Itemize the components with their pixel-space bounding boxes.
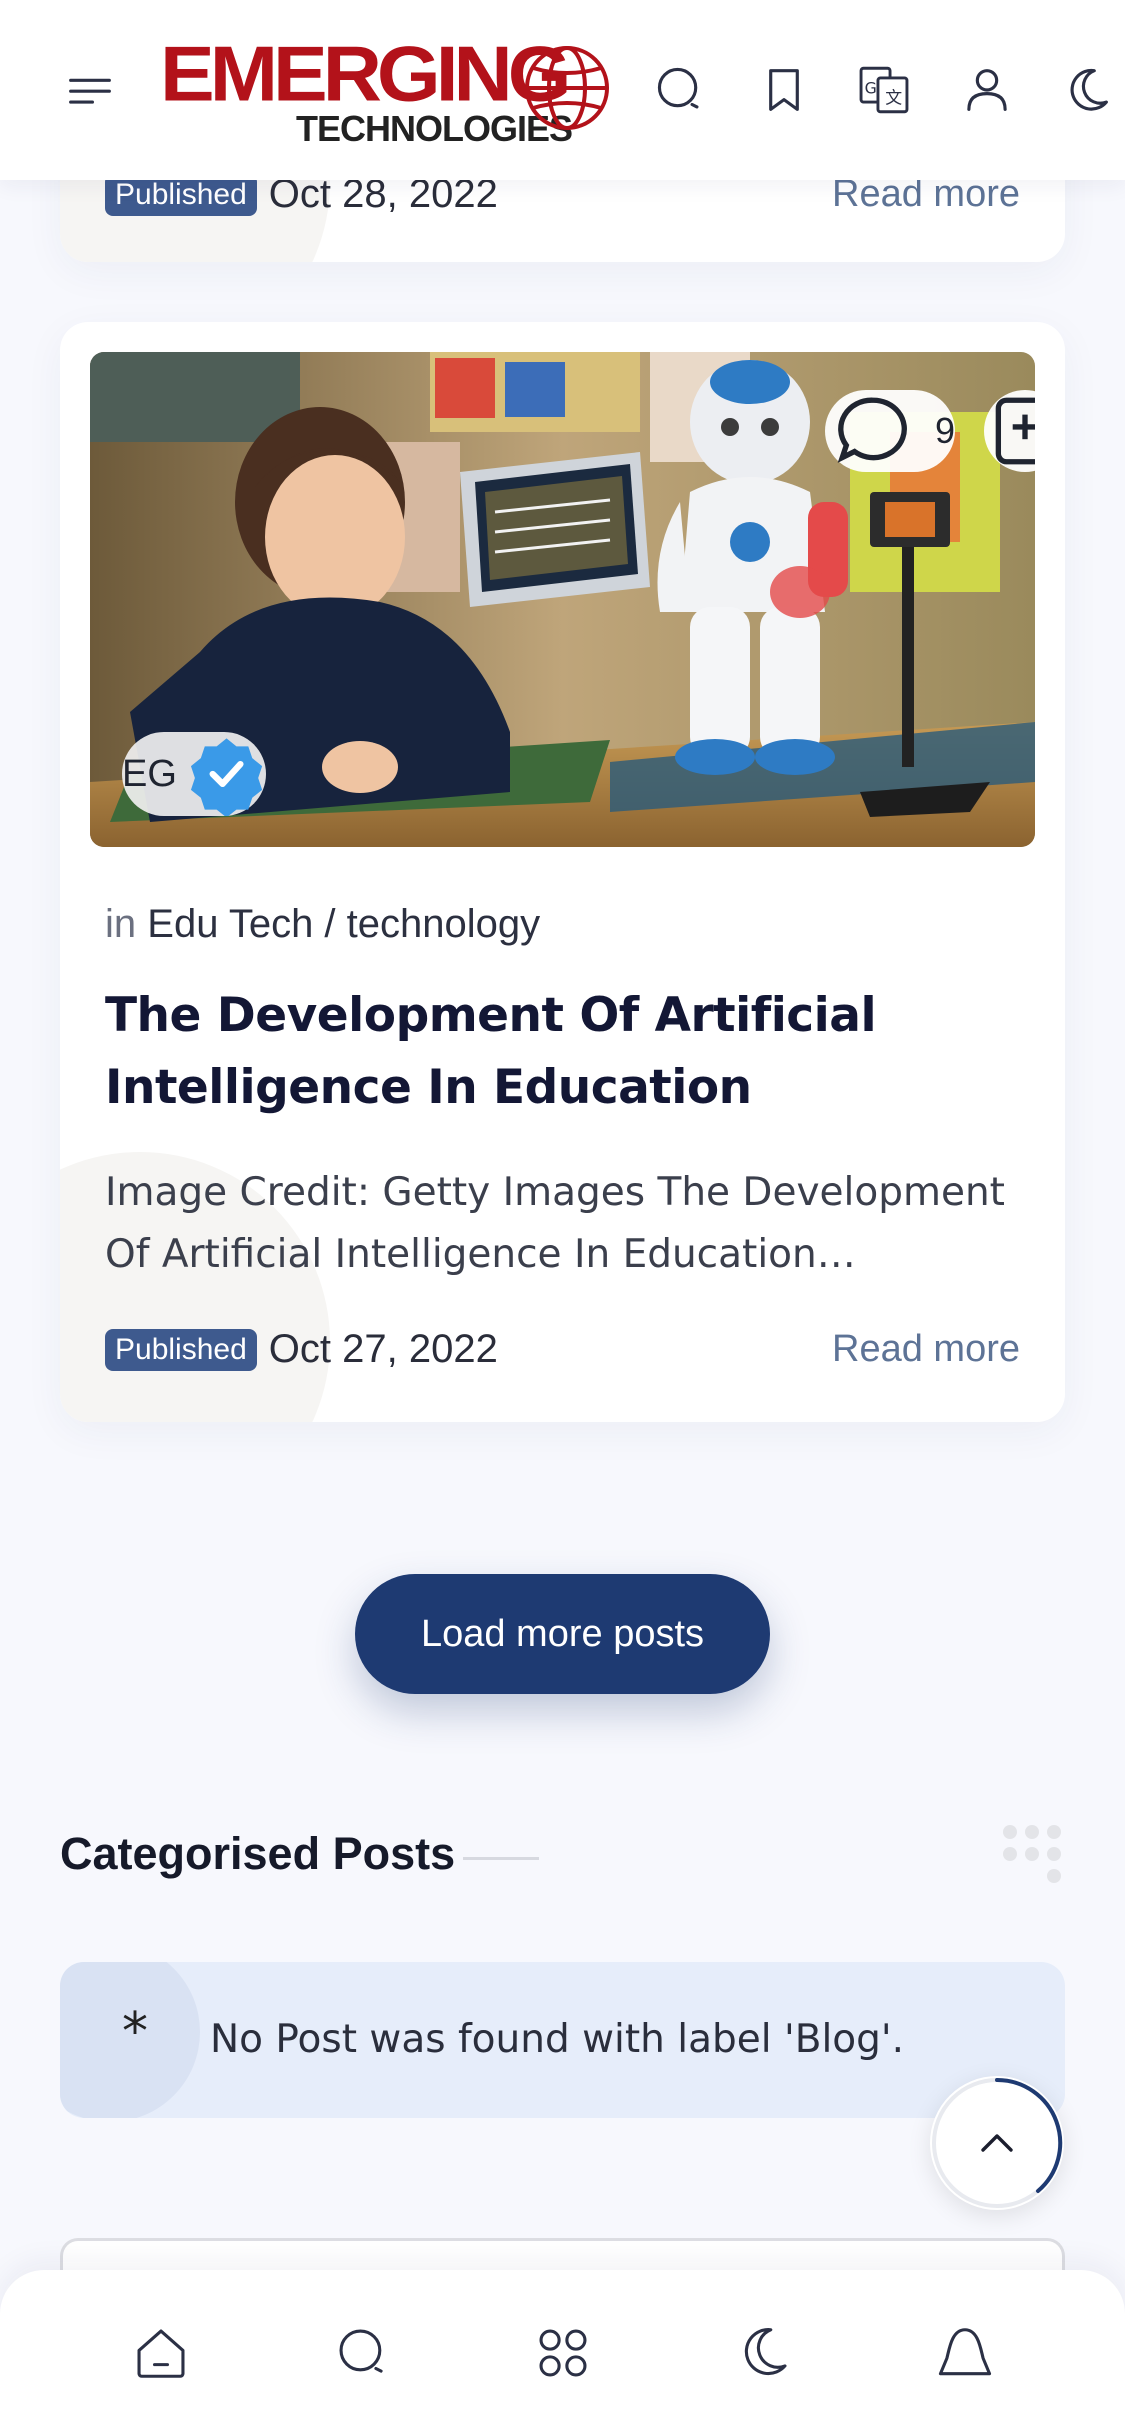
user-icon[interactable] [955,58,1019,122]
post-excerpt: Image Credit: Getty Images The Developme… [105,1170,1005,1277]
bottom-navigation [0,2270,1125,2436]
logo-main-text: EMERGING [160,31,571,118]
post-meta: Published Oct 27, 2022 Read more [105,1327,1020,1372]
search-icon[interactable] [330,2320,396,2386]
author-initials: EG [122,752,177,795]
section-title: Categorised Posts [60,1828,456,1879]
comments-button[interactable]: 9 [825,390,955,472]
read-more-link[interactable]: Read more [832,1328,1020,1371]
post-date: Oct 27, 2022 [268,1327,498,1371]
post-title[interactable]: The Development Of Artificial Intelligen… [105,980,1005,1124]
bell-icon[interactable] [932,2320,998,2386]
menu-icon[interactable] [58,58,122,122]
published-badge: Published [105,1328,257,1371]
scroll-to-top-button[interactable] [930,2076,1064,2210]
dots-pattern-icon [1003,1825,1061,1883]
comment-count: 9 [934,410,955,451]
notice-message: No Post was found with label 'Blog'. [210,2017,905,2062]
post-category: in Edu Tech / technology [105,902,540,947]
translate-icon[interactable]: G 文 [852,58,916,122]
dark-mode-icon[interactable] [730,2320,796,2386]
top-app-bar: EMERGING TECHNOLOGIES G 文 [0,0,1125,180]
load-more-button[interactable]: Load more posts [355,1574,770,1694]
svg-text:G: G [865,79,877,98]
add-bookmark-button[interactable] [984,390,1035,472]
category-links[interactable]: Edu Tech / technology [147,902,540,946]
category-prefix: in [105,902,137,946]
author-badge[interactable]: EG [122,732,266,816]
bookmark-add-icon [995,397,1035,465]
site-logo[interactable]: EMERGING TECHNOLOGIES [160,30,620,150]
post-thumbnail[interactable]: 9 EG [90,352,1035,847]
svg-text:文: 文 [885,87,902,107]
empty-notice: * No Post was found with label 'Blog'. [60,1962,1065,2118]
bookmark-icon[interactable] [752,58,816,122]
home-icon[interactable] [128,2320,194,2386]
asterisk-icon: * [122,2002,148,2062]
apps-icon[interactable] [530,2320,596,2386]
scroll-progress-ring [932,2077,1063,2208]
logo-globe-icon [525,46,609,130]
verified-icon [190,738,263,816]
comment-icon [837,397,907,463]
post-card: 9 EG in Edu Tech / technology The Develo… [60,322,1065,1422]
section-divider [463,1857,539,1860]
dark-mode-icon[interactable] [1055,58,1119,122]
search-icon[interactable] [648,58,712,122]
